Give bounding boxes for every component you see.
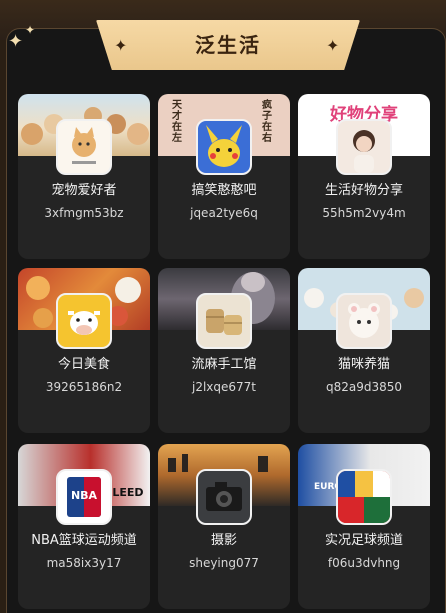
channel-name: 搞笑憨憨吧 <box>191 183 257 198</box>
channel-name: 摄影 <box>210 533 237 548</box>
girl-photo-icon <box>336 119 392 175</box>
channel-card[interactable]: 今日美食 39265186n2 <box>18 268 150 433</box>
channel-id: 55h5m2vy4m <box>322 206 406 220</box>
channel-id: j2lxqe677t <box>191 380 256 394</box>
channel-name: NBA篮球运动频道 <box>31 533 137 548</box>
channel-card[interactable]: 流麻手工馆 j2lxqe677t <box>158 268 290 433</box>
channel-card[interactable]: 猫咪养猫 q82a9d3850 <box>298 268 430 433</box>
channel-card[interactable]: BLEED NBA NBA篮球运动频道 ma58ix3y17 <box>18 444 150 609</box>
channel-name: 流麻手工馆 <box>191 357 257 372</box>
cat-photo-icon <box>336 293 392 349</box>
page-title: 泛生活 <box>195 33 261 57</box>
handcraft-icon <box>196 293 252 349</box>
cat-icon <box>56 119 112 175</box>
channel-card[interactable]: 宠物爱好者 3xfmgm53bz <box>18 94 150 259</box>
channel-id: sheying077 <box>189 556 259 570</box>
sparkle-icon: ✦ <box>8 31 24 52</box>
channel-id: 39265186n2 <box>45 380 123 394</box>
sparkle-icon: ✦ <box>25 23 36 37</box>
cover-left-text: 天才在左 <box>172 100 182 144</box>
channel-id: jqea2tye6q <box>190 206 258 220</box>
football-icon <box>336 469 392 525</box>
channel-name: 实况足球频道 <box>324 533 403 548</box>
channel-name: 生活好物分享 <box>324 183 403 198</box>
cover-right-text: 疯子在右 <box>262 100 272 144</box>
channel-name: 今日美食 <box>57 357 110 372</box>
cow-icon <box>56 293 112 349</box>
nba-logo-text: NBA <box>70 489 98 502</box>
channel-card[interactable]: EURO 实况足球频道 f06u3dvhng <box>298 444 430 609</box>
channel-name: 猫咪养猫 <box>337 357 390 372</box>
channel-name: 宠物爱好者 <box>51 183 117 198</box>
channel-id: q82a9d3850 <box>325 380 403 394</box>
channel-card[interactable]: 好物分享 生活好物分享 55h5m2vy4m <box>298 94 430 259</box>
star-icon: ✦ <box>326 36 340 55</box>
channel-card[interactable]: 天才在左 疯子在右 搞笑憨憨吧 jqea2tye6q <box>158 94 290 259</box>
channel-id: f06u3dvhng <box>327 556 401 570</box>
channel-id: 3xfmgm53bz <box>44 206 124 220</box>
channel-id: ma58ix3y17 <box>46 556 122 570</box>
channel-card[interactable]: 摄影 sheying077 <box>158 444 290 609</box>
pikachu-icon <box>196 119 252 175</box>
camera-icon <box>196 469 252 525</box>
nba-logo-icon: NBA <box>56 469 112 525</box>
